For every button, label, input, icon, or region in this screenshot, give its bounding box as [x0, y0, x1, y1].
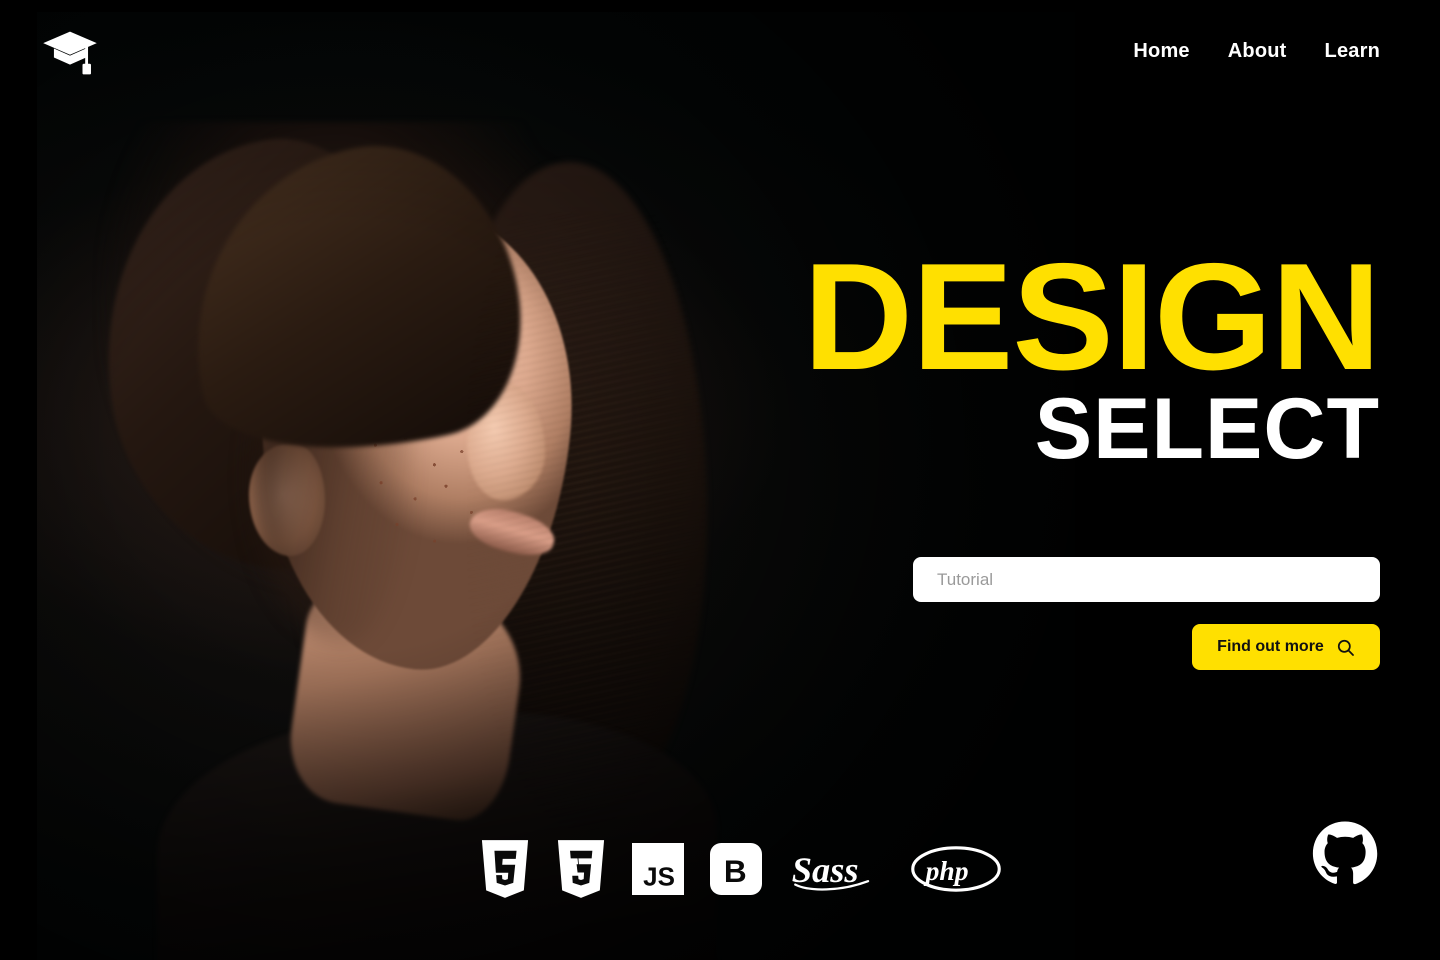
- find-out-more-label: Find out more: [1217, 638, 1324, 655]
- css3-logo: [556, 838, 606, 900]
- tech-logo-strip: JS B Sass php: [480, 838, 1002, 900]
- search-input[interactable]: [913, 557, 1380, 602]
- svg-text:php: php: [924, 855, 969, 886]
- nav-link-learn[interactable]: Learn: [1325, 40, 1380, 63]
- graduation-cap-icon[interactable]: [41, 28, 99, 78]
- php-logo: php: [910, 838, 1002, 900]
- sass-logo: Sass: [788, 838, 884, 900]
- hero-headline: DESIGN SELECT: [660, 232, 1381, 471]
- hero-image-panel: [37, 12, 1075, 960]
- nav-link-home[interactable]: Home: [1133, 40, 1189, 63]
- svg-text:JS: JS: [643, 862, 675, 892]
- main-navigation: Home About Learn: [1133, 40, 1380, 63]
- javascript-logo: JS: [632, 838, 684, 900]
- svg-text:Sass: Sass: [792, 850, 859, 890]
- github-icon[interactable]: [1310, 820, 1380, 890]
- nav-link-about[interactable]: About: [1228, 40, 1287, 63]
- bootstrap-logo: B: [710, 838, 762, 900]
- hero-portrait-photo: [37, 12, 737, 960]
- find-out-more-button[interactable]: Find out more: [1192, 624, 1380, 670]
- svg-text:B: B: [724, 853, 747, 889]
- headline-design: DESIGN: [803, 232, 1381, 402]
- search-icon: [1336, 638, 1355, 657]
- html5-logo: [480, 838, 530, 900]
- landing-page: Home About Learn DESIGN SELECT Find out …: [0, 0, 1440, 960]
